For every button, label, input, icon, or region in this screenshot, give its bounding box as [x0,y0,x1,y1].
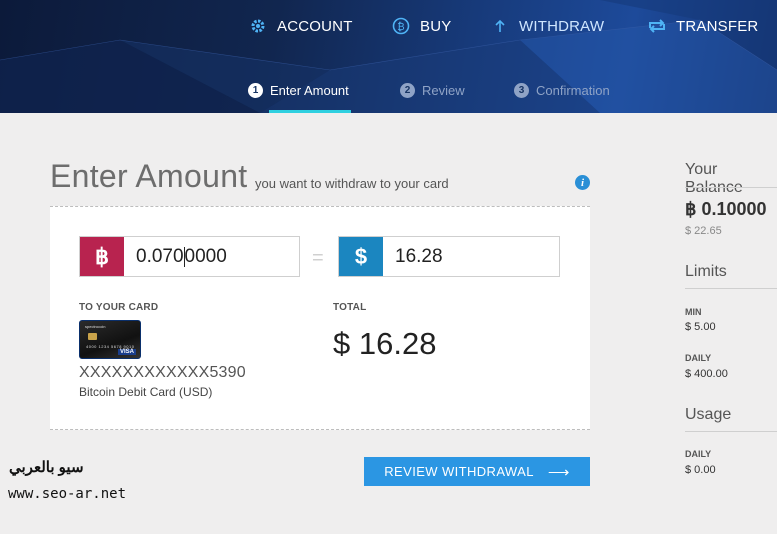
balance-btc: ฿ 0.10000 [685,199,767,219]
watermark-url: www.seo-ar.net [8,486,127,502]
step-review[interactable]: 2 Review [400,83,465,98]
review-withdrawal-button[interactable]: REVIEW WITHDRAWAL ⟶ [364,457,590,486]
step-number: 1 [248,83,263,98]
step-number: 3 [514,83,529,98]
usage-daily-value: $ 0.00 [685,464,716,476]
nav-transfer-label: TRANSFER [676,17,759,35]
step-number: 2 [400,83,415,98]
nav-buy-label: BUY [420,17,452,35]
daily-limit-label: DAILY [685,353,712,363]
progress-steps: 1 Enter Amount 2 Review 3 Confirmation [0,83,777,103]
card-name: Bitcoin Debit Card (USD) [79,385,213,399]
debit-card-image: spectrocoin 4000 1234 5678 9010 VISA [79,320,141,359]
watermark-arabic: سيو بالعربي [9,459,84,476]
dollar-symbol-icon: $ [339,237,383,276]
step-label: Enter Amount [270,83,349,98]
daily-limit-value: $ 400.00 [685,368,728,380]
card-number: XXXXXXXXXXXX5390 [79,364,246,381]
page-title: Enter Amount [50,158,248,194]
nav-transfer[interactable]: TRANSFER [648,16,758,36]
step-enter-amount[interactable]: 1 Enter Amount [248,83,349,98]
arrow-right-icon: ⟶ [547,463,570,481]
min-limit-value: $ 5.00 [685,321,716,333]
active-step-underline [269,110,351,113]
usage-daily-label: DAILY [685,449,712,459]
equals-sign: = [312,247,324,269]
nav-withdraw[interactable]: WITHDRAW [491,16,604,36]
total-label: TOTAL [333,302,367,313]
amount-panel: ฿ 0.070 0000 = $ 16.28 TO YOUR CARD spect… [50,206,590,430]
btc-amount-input[interactable]: ฿ 0.070 0000 [79,236,300,277]
nav-account[interactable]: ACCOUNT [249,16,353,36]
min-limit-label: MIN [685,307,702,317]
nav-withdraw-label: WITHDRAW [519,17,605,35]
balance-usd: $ 22.65 [685,225,722,237]
usd-amount-value[interactable]: 16.28 [383,237,559,276]
svg-text:₿: ₿ [397,21,405,33]
bitcoin-symbol-icon: ฿ [80,237,124,276]
usage-heading: Usage [685,406,732,423]
info-icon[interactable]: i [575,175,590,190]
total-value: $ 16.28 [333,326,437,361]
transfer-icon [648,17,666,35]
review-button-label: REVIEW WITHDRAWAL [384,464,534,479]
nav-account-label: ACCOUNT [277,17,353,35]
usd-amount-input[interactable]: $ 16.28 [338,236,560,277]
limits-heading: Limits [685,263,727,280]
top-header: ACCOUNT ₿ BUY WITHDRAW TRANSFER 1 Enter … [0,0,777,113]
divider [685,431,777,432]
page-subtitle: you want to withdraw to your card [255,176,449,191]
arrow-up-icon [491,17,509,35]
nav-buy[interactable]: ₿ BUY [392,16,451,36]
bitcoin-circle-icon: ₿ [392,17,410,35]
step-label: Confirmation [536,83,610,98]
divider [685,288,777,289]
btc-value-part: 0.070 [136,245,184,267]
btc-value-part: 0000 [184,245,227,267]
balance-heading: Your Balance [685,161,743,196]
btc-amount-value[interactable]: 0.070 0000 [124,237,299,276]
card-label: TO YOUR CARD [79,302,159,313]
step-label: Review [422,83,465,98]
step-confirmation[interactable]: 3 Confirmation [514,83,610,98]
divider [685,187,777,188]
gear-icon [249,17,267,35]
